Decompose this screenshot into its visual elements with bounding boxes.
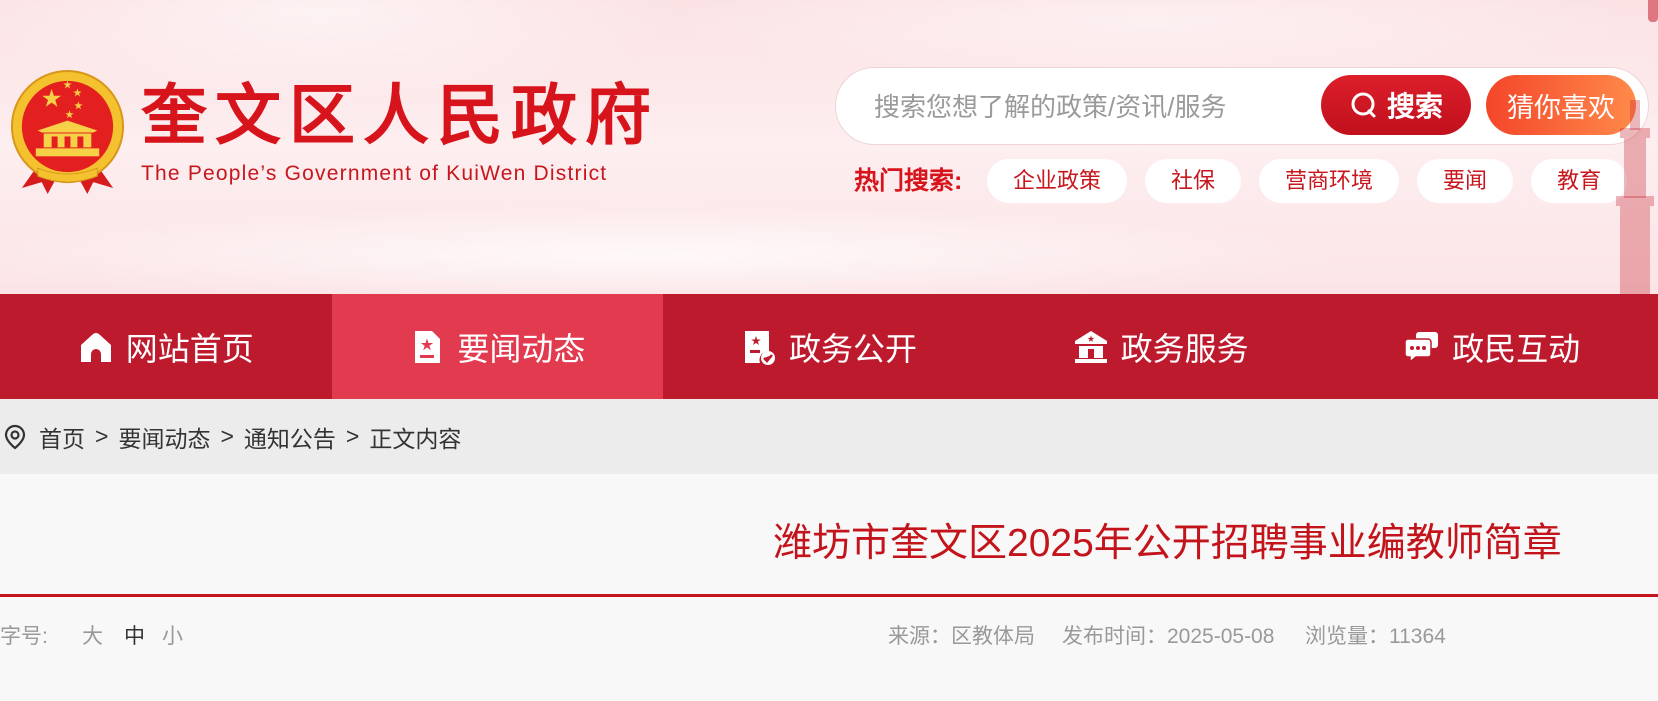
font-size-medium-button[interactable]: 中 [124,624,145,650]
search-bar: 搜索 猜你喜欢 [835,67,1649,145]
document-star-icon [415,330,441,363]
breadcrumb-current: 正文内容 [369,425,462,452]
nav-item-news[interactable]: 要闻动态 [331,294,664,399]
font-size-small-button[interactable]: 小 [162,624,183,650]
search-icon [1351,92,1376,118]
hot-tag-social-security[interactable]: 社保 [1145,159,1242,203]
hot-tag-business-environment[interactable]: 营商环境 [1259,159,1400,203]
site-header: 奎文区人民政府 The People’s Government of KuiWe… [0,0,1658,294]
nav-item-government-services[interactable]: 政务服务 [995,294,1327,399]
tower-decoration [1612,100,1658,294]
article-title: 潍坊市奎文区2025年公开招聘事业编教师简章 [773,522,1562,565]
nav-item-label: 政民互动 [1452,330,1581,367]
nav-item-public-interaction[interactable]: 政民互动 [1326,294,1658,399]
national-emblem-icon [10,70,125,194]
site-title: 奎文区人民政府 [141,78,659,152]
font-size-large-button[interactable]: 大 [82,624,103,650]
hot-search-tags: 企业政策 社保 营商环境 要闻 教育 [987,159,1628,203]
location-pin-icon [4,424,26,449]
tower-top-decoration [1648,0,1658,22]
hot-tag-enterprise-policy[interactable]: 企业政策 [987,159,1128,203]
search-button-label: 搜索 [1386,91,1443,122]
breadcrumb-home[interactable]: 首页 [39,420,85,454]
hot-tag-news[interactable]: 要闻 [1417,159,1514,203]
breadcrumb-separator: > [345,423,360,449]
building-star-icon [1074,330,1107,363]
home-icon [80,332,111,362]
main-nav: 网站首页 要闻动态 政务公开 政务服务 政民互动 [0,294,1658,399]
nav-item-label: 政务服务 [1120,330,1249,367]
breadcrumb-separator: > [220,423,234,449]
nav-item-label: 要闻动态 [457,330,586,367]
breadcrumb: 首页 > 要闻动态 > 通知公告 > 正文内容 [0,399,1658,474]
article-publish-time: 发布时间：2025-05-08 [1062,625,1275,648]
nav-item-home[interactable]: 网站首页 [0,294,332,399]
nav-item-label: 网站首页 [125,330,254,367]
title-divider [0,594,1658,597]
nav-item-government-affairs[interactable]: 政务公开 [663,294,995,399]
breadcrumb-news[interactable]: 要闻动态 [118,420,210,454]
chat-bubbles-icon [1404,331,1439,364]
search-button[interactable]: 搜索 [1321,75,1471,135]
site-subtitle: The People’s Government of KuiWen Distri… [141,162,608,185]
breadcrumb-notices[interactable]: 通知公告 [244,420,336,454]
hot-search-label: 热门搜索: [854,167,963,195]
article-view-count: 浏览量：11364 [1305,625,1446,648]
search-input[interactable] [872,82,1316,132]
breadcrumb-separator: > [95,423,109,449]
nav-item-label: 政务公开 [788,330,917,367]
article-source: 来源：区教体局 [888,625,1035,648]
font-size-label: 字号: [0,625,48,648]
document-badge-icon [744,330,775,365]
